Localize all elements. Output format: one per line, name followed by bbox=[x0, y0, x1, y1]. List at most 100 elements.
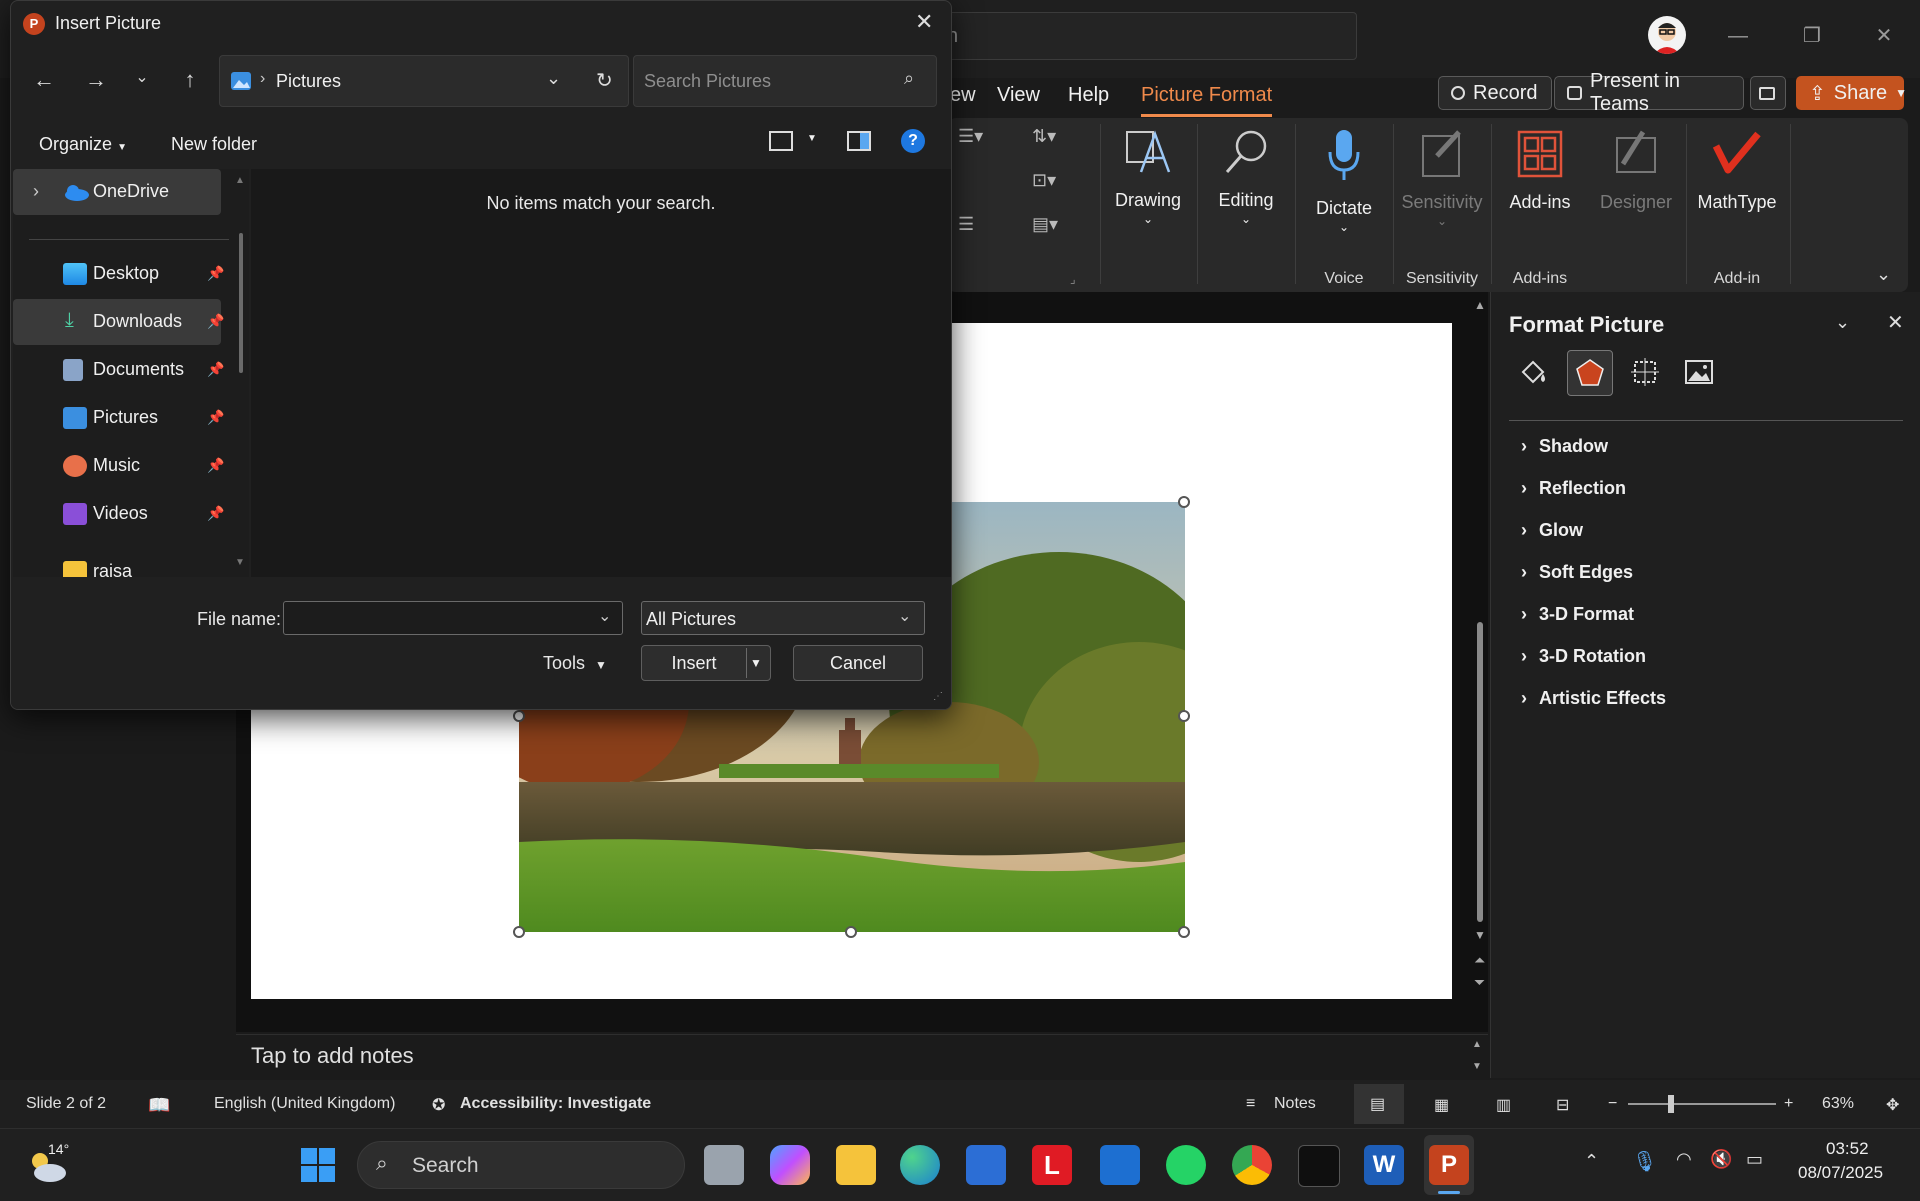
zoom-slider-thumb[interactable] bbox=[1668, 1095, 1674, 1113]
language-indicator[interactable]: English (United Kingdom) bbox=[214, 1095, 395, 1113]
clock-time[interactable]: 03:52 bbox=[1826, 1139, 1869, 1159]
nav-desktop[interactable]: Desktop 📌 bbox=[13, 251, 224, 297]
accessibility-status[interactable]: Accessibility: Investigate bbox=[460, 1095, 651, 1113]
nav-music[interactable]: Music 📌 bbox=[13, 443, 224, 489]
tools-button[interactable]: Tools ▼ bbox=[543, 653, 607, 674]
slide-sorter-icon[interactable]: ▦ bbox=[1434, 1095, 1449, 1115]
previous-slide-icon[interactable]: ⏶ bbox=[1474, 952, 1485, 969]
comments-button[interactable] bbox=[1750, 76, 1786, 110]
close-pane-icon[interactable]: ✕ bbox=[1887, 310, 1904, 335]
fit-to-window-icon[interactable]: ✥ bbox=[1886, 1095, 1899, 1115]
weather-widget[interactable]: 14° bbox=[28, 1141, 69, 1185]
back-arrow-icon[interactable]: ← bbox=[29, 67, 59, 97]
reading-view-icon[interactable]: ▥ bbox=[1496, 1095, 1511, 1115]
share-button[interactable]: ⇪ Share ▼ bbox=[1796, 76, 1907, 110]
powerpoint-taskbar-button[interactable]: P bbox=[1424, 1135, 1474, 1195]
scroll-down-icon[interactable]: ▼ bbox=[1474, 928, 1486, 942]
file-name-input[interactable]: ⌄ bbox=[283, 601, 623, 635]
menu-review[interactable]: ew bbox=[950, 84, 976, 107]
notes-pane[interactable]: Tap to add notes ▲ ▼ bbox=[236, 1034, 1488, 1079]
menu-view[interactable]: View bbox=[997, 84, 1040, 107]
clock-date[interactable]: 08/07/2025 bbox=[1798, 1163, 1883, 1183]
address-path[interactable]: Pictures bbox=[276, 71, 341, 92]
nav-scroll-down-icon[interactable]: ▼ bbox=[235, 557, 245, 568]
file-type-select[interactable]: All Pictures ⌄ bbox=[641, 601, 925, 635]
normal-view-button[interactable]: ▤ bbox=[1354, 1084, 1404, 1124]
pin-icon[interactable]: 📌 bbox=[207, 265, 224, 282]
minimize-button[interactable]: — bbox=[1720, 22, 1756, 50]
slideshow-icon[interactable]: ⊟ bbox=[1556, 1095, 1569, 1115]
change-view-icon[interactable] bbox=[769, 131, 793, 151]
align-text-icon[interactable]: ⊡▾ bbox=[1032, 170, 1056, 191]
scroll-up-icon[interactable]: ▲ bbox=[1474, 298, 1486, 312]
battery-icon[interactable]: ▭ bbox=[1746, 1149, 1763, 1170]
fill-line-tab[interactable] bbox=[1511, 350, 1555, 394]
close-app-button[interactable]: ✕ bbox=[1866, 22, 1902, 50]
dictate-button[interactable]: Dictate ⌄ Voice bbox=[1296, 118, 1392, 292]
lastpass-icon[interactable]: L bbox=[1032, 1145, 1072, 1185]
smartart-icon[interactable]: ▤▾ bbox=[1032, 214, 1058, 235]
task-view-icon[interactable] bbox=[704, 1145, 744, 1185]
pin-icon[interactable]: 📌 bbox=[207, 505, 224, 522]
nav-documents[interactable]: Documents 📌 bbox=[13, 347, 224, 393]
forward-arrow-icon[interactable]: → bbox=[81, 67, 111, 97]
resize-handle-middle-right[interactable] bbox=[1178, 710, 1190, 722]
word-icon[interactable]: W bbox=[1364, 1145, 1404, 1185]
address-bar[interactable]: › Pictures ⌄ ↻ bbox=[219, 55, 629, 107]
slide-counter[interactable]: Slide 2 of 2 bbox=[26, 1095, 106, 1113]
capcut-icon[interactable] bbox=[1298, 1145, 1340, 1187]
spelling-book-icon[interactable]: 📖 bbox=[148, 1095, 170, 1116]
pin-icon[interactable]: 📌 bbox=[207, 457, 224, 474]
new-folder-button[interactable]: New folder bbox=[171, 134, 257, 155]
resize-handle-bottom-left[interactable] bbox=[513, 926, 525, 938]
pane-options-chevron-icon[interactable]: ⌄ bbox=[1835, 312, 1850, 333]
refresh-icon[interactable]: ↻ bbox=[596, 68, 613, 93]
present-in-teams-button[interactable]: Present in Teams bbox=[1554, 70, 1744, 115]
zoom-in-icon[interactable]: + bbox=[1784, 1095, 1793, 1113]
dialog-search-box[interactable]: Search Pictures ⌕ bbox=[633, 55, 937, 107]
zoom-slider[interactable] bbox=[1628, 1103, 1776, 1105]
pin-icon[interactable]: 📌 bbox=[207, 361, 224, 378]
insert-options-chevron-icon[interactable]: ▼ bbox=[750, 646, 762, 680]
taskbar-search[interactable]: ⌕ Search bbox=[357, 1141, 685, 1189]
notes-scroll-down-icon[interactable]: ▼ bbox=[1472, 1061, 1482, 1072]
cancel-button[interactable]: Cancel bbox=[793, 645, 923, 681]
app-search-box[interactable]: h bbox=[940, 12, 1357, 60]
slide-scrollbar[interactable]: ▲ ▼ ⏶ ⏷ bbox=[1472, 298, 1488, 998]
up-arrow-icon[interactable]: ↑ bbox=[175, 67, 205, 97]
drawing-button[interactable]: Drawing ⌄ bbox=[1100, 118, 1196, 292]
next-slide-icon[interactable]: ⏷ bbox=[1474, 974, 1485, 991]
mathtype-button[interactable]: MathType Add-in bbox=[1686, 118, 1788, 292]
effects-tab[interactable] bbox=[1567, 350, 1613, 396]
menu-picture-format[interactable]: Picture Format bbox=[1141, 84, 1273, 117]
help-icon[interactable]: ? bbox=[901, 129, 925, 153]
restore-button[interactable]: ❐ bbox=[1794, 22, 1830, 50]
text-direction-icon[interactable]: ⇅▾ bbox=[1032, 126, 1056, 147]
wifi-icon[interactable]: ◠ bbox=[1676, 1149, 1692, 1170]
close-dialog-button[interactable]: ✕ bbox=[915, 9, 933, 35]
notes-toggle[interactable]: Notes bbox=[1274, 1095, 1316, 1113]
nav-scrollbar-thumb[interactable] bbox=[239, 233, 243, 373]
zoom-level[interactable]: 63% bbox=[1822, 1095, 1854, 1113]
menu-help[interactable]: Help bbox=[1068, 84, 1109, 107]
whatsapp-icon[interactable] bbox=[1166, 1145, 1206, 1185]
resize-grip-icon[interactable]: ⋰ bbox=[933, 691, 943, 702]
view-options-chevron-icon[interactable]: ▼ bbox=[807, 133, 817, 144]
address-history-chevron-icon[interactable]: ⌄ bbox=[546, 68, 561, 89]
resize-handle-top-right[interactable] bbox=[1178, 496, 1190, 508]
volume-muted-icon[interactable]: 🔇 bbox=[1710, 1149, 1732, 1170]
justify-icon[interactable]: ☰ bbox=[958, 214, 974, 235]
section-reflection[interactable]: › Reflection bbox=[1521, 478, 1626, 499]
file-list-area[interactable]: No items match your search. bbox=[251, 169, 951, 577]
editing-button[interactable]: Editing ⌄ bbox=[1198, 118, 1294, 292]
file-explorer-icon[interactable] bbox=[836, 1145, 876, 1185]
resize-handle-bottom-right[interactable] bbox=[1178, 926, 1190, 938]
collapse-ribbon-icon[interactable]: ⌄ bbox=[1876, 264, 1891, 285]
notes-scroll-up-icon[interactable]: ▲ bbox=[1472, 1039, 1482, 1050]
scrollbar-thumb[interactable] bbox=[1477, 622, 1483, 922]
recent-locations-chevron-icon[interactable]: ⌄ bbox=[127, 67, 157, 97]
organize-button[interactable]: Organize ▼ bbox=[39, 134, 127, 155]
store-icon[interactable] bbox=[966, 1145, 1006, 1185]
nav-videos[interactable]: Videos 📌 bbox=[13, 491, 224, 537]
section-3d-rotation[interactable]: › 3-D Rotation bbox=[1521, 646, 1646, 667]
